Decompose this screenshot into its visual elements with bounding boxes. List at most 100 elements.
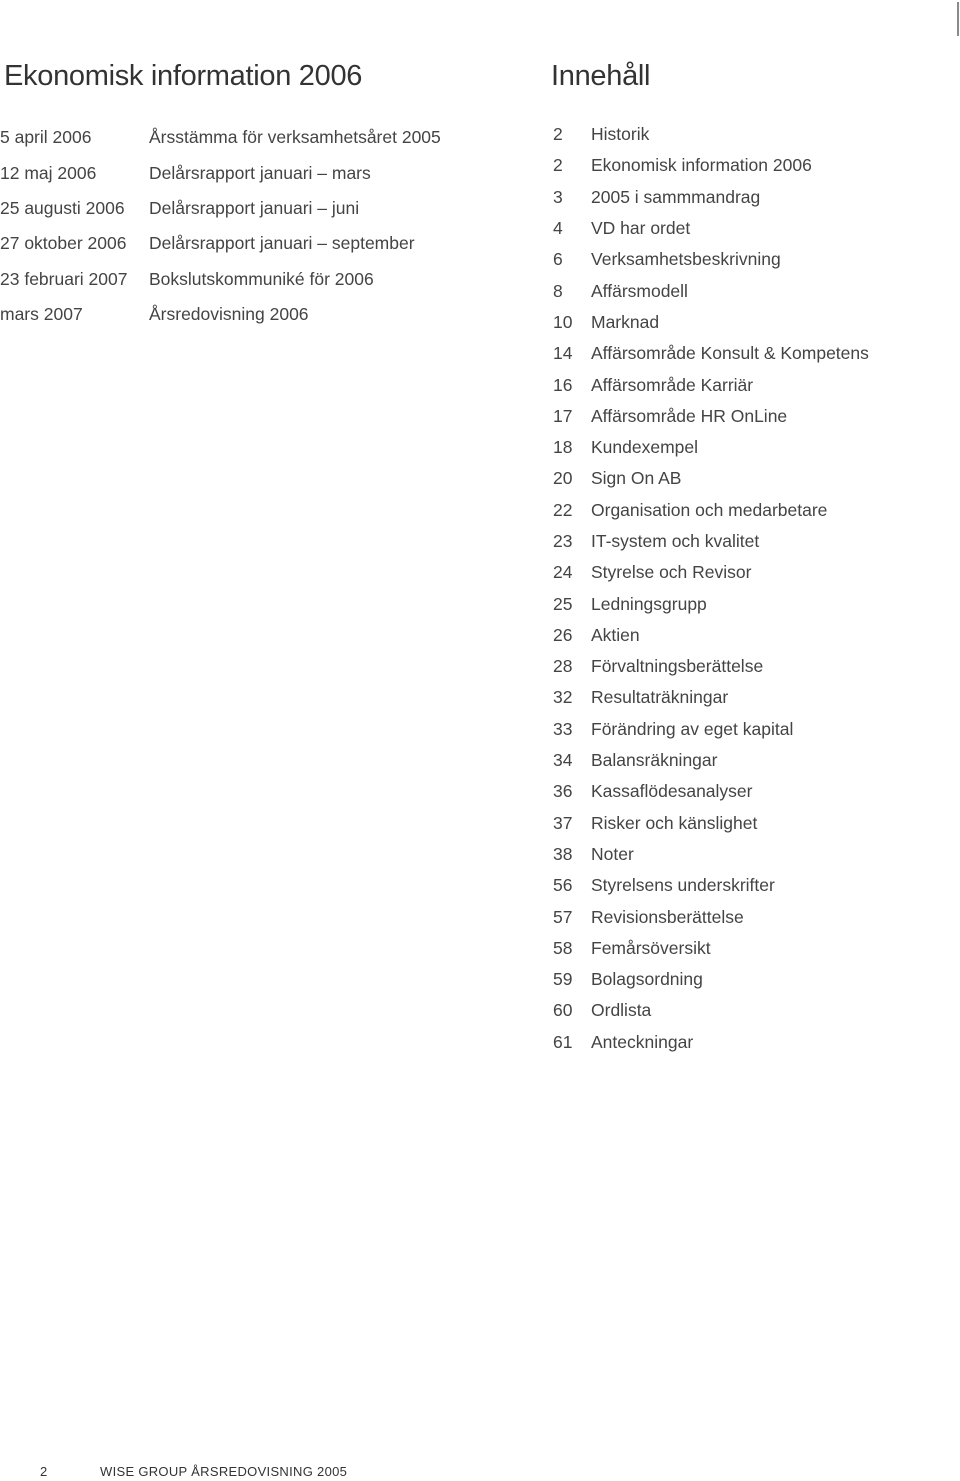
toc-page-number: 3 bbox=[553, 186, 563, 207]
toc-label: IT-system och kvalitet bbox=[591, 531, 760, 551]
toc-label: Revisionsberättelse bbox=[591, 906, 744, 927]
toc-page-number: 61 bbox=[553, 1031, 573, 1052]
calendar-row: 5 april 2006 Årsstämma för verksamhetsåre… bbox=[0, 120, 500, 155]
toc-entry[interactable]: 32 Resultaträkningar bbox=[553, 682, 953, 713]
toc-label: VD har ordet bbox=[591, 218, 691, 239]
toc-entry[interactable]: 28 Förvaltningsberättelse bbox=[553, 651, 953, 682]
financial-calendar: 5 april 2006 Årsstämma för verksamhetsåre… bbox=[0, 120, 500, 332]
toc-label: Historik bbox=[591, 124, 650, 145]
toc-page-number: 56 bbox=[553, 875, 573, 896]
toc-label: Verksamhetsbeskrivning bbox=[591, 249, 781, 270]
event-date: 27 oktober 2006 bbox=[0, 233, 127, 254]
toc-page-number: 8 bbox=[553, 280, 563, 301]
toc-entry[interactable]: 22 Organisation och medarbetare bbox=[553, 495, 953, 526]
financial-info-title: Ekonomisk information 2006 bbox=[4, 60, 363, 92]
toc-label: Aktien bbox=[591, 624, 640, 645]
toc-entry[interactable]: 3 2005 i sammmandrag bbox=[553, 182, 953, 213]
toc-entry[interactable]: 17 Affärsområde HR OnLine bbox=[553, 401, 953, 432]
toc-entry[interactable]: 8 Affärsmodell bbox=[553, 275, 953, 306]
toc-entry[interactable]: 59 Bolagsordning bbox=[553, 964, 953, 995]
toc-page-number: 24 bbox=[553, 562, 573, 583]
toc-page-number: 57 bbox=[553, 906, 573, 927]
table-of-contents: 2 Historik 2 Ekonomisk information 2006 3 200… bbox=[553, 119, 953, 1058]
footer-publication-title: WISE GROUP ÅRSREDOVISNING 2005 bbox=[100, 1464, 348, 1479]
toc-label: Ekonomisk information 2006 bbox=[591, 155, 812, 176]
toc-entry[interactable]: 23 IT-system och kvalitet bbox=[553, 526, 953, 557]
event-description: Årsredovisning 2006 bbox=[149, 304, 309, 325]
toc-entry[interactable]: 37 Risker och känslighet bbox=[553, 808, 953, 839]
event-description: Årsstämma för verksamhetsåret 2005 bbox=[149, 127, 441, 148]
toc-entry[interactable]: 34 Balansräkningar bbox=[553, 745, 953, 776]
toc-page-number: 14 bbox=[553, 343, 573, 364]
toc-label: Förvaltningsberättelse bbox=[591, 656, 764, 677]
toc-entry[interactable]: 14 Affärsområde Konsult & Kompetens bbox=[553, 338, 953, 369]
toc-label: Affärsområde Konsult & Kompetens bbox=[591, 343, 869, 364]
toc-entry[interactable]: 26 Aktien bbox=[553, 620, 953, 651]
toc-label: Affärsområde HR OnLine bbox=[591, 405, 788, 426]
toc-entry[interactable]: 58 Femårsöversikt bbox=[553, 933, 953, 964]
toc-page-number: 34 bbox=[553, 750, 573, 771]
contents-title: Innehåll bbox=[551, 60, 651, 92]
toc-entry[interactable]: 20 Sign On AB bbox=[553, 463, 953, 494]
calendar-row: 12 maj 2006 Delårsrapport januari – mars bbox=[0, 155, 500, 190]
toc-label: Resultaträkningar bbox=[591, 687, 729, 708]
toc-page-number: 60 bbox=[553, 1000, 573, 1021]
toc-page-number: 25 bbox=[553, 593, 573, 614]
event-date: 23 februari 2007 bbox=[0, 268, 128, 289]
toc-entry[interactable]: 25 Ledningsgrupp bbox=[553, 588, 953, 619]
calendar-row: 27 oktober 2006 Delårsrapport januari – s… bbox=[0, 226, 500, 261]
toc-label: Organisation och medarbetare bbox=[591, 499, 828, 520]
event-date: 25 augusti 2006 bbox=[0, 197, 125, 218]
toc-entry[interactable]: 24 Styrelse och Revisor bbox=[553, 557, 953, 588]
toc-label: Ordlista bbox=[591, 1000, 652, 1021]
toc-entry[interactable]: 16 Affärsområde Karriär bbox=[553, 369, 953, 400]
toc-label: Kundexempel bbox=[591, 437, 699, 458]
toc-page-number: 59 bbox=[553, 969, 573, 990]
toc-entry[interactable]: 60 Ordlista bbox=[553, 995, 953, 1026]
event-date: 5 april 2006 bbox=[0, 127, 92, 148]
toc-label: Balansräkningar bbox=[591, 750, 718, 771]
toc-page-number: 26 bbox=[553, 624, 573, 645]
toc-page-number: 37 bbox=[553, 812, 573, 833]
calendar-row: 23 februari 2007 Bokslutskommuniké för 20… bbox=[0, 262, 500, 297]
toc-page-number: 33 bbox=[553, 718, 573, 739]
toc-page-number: 22 bbox=[553, 499, 573, 520]
toc-page-number: 36 bbox=[553, 781, 573, 802]
toc-label: Noter bbox=[591, 843, 634, 864]
toc-label: Bolagsordning bbox=[591, 969, 703, 990]
toc-entry[interactable]: 61 Anteckningar bbox=[553, 1027, 953, 1058]
toc-page-number: 17 bbox=[553, 405, 573, 426]
toc-entry[interactable]: 56 Styrelsens underskrifter bbox=[553, 870, 953, 901]
toc-entry[interactable]: 6 Verksamhetsbeskrivning bbox=[553, 244, 953, 275]
toc-label: Förändring av eget kapital bbox=[591, 718, 794, 739]
toc-entry[interactable]: 36 Kassaflödesanalyser bbox=[553, 776, 953, 807]
toc-page-number: 10 bbox=[553, 311, 573, 332]
toc-page-number: 28 bbox=[553, 656, 573, 677]
toc-label: Styrelse och Revisor bbox=[591, 562, 752, 583]
toc-page-number: 4 bbox=[553, 218, 563, 239]
toc-entry[interactable]: 18 Kundexempel bbox=[553, 432, 953, 463]
toc-entry[interactable]: 4 VD har ordet bbox=[553, 213, 953, 244]
footer-page-number: 2 bbox=[40, 1464, 48, 1479]
toc-page-number: 58 bbox=[553, 937, 573, 958]
toc-page-number: 2 bbox=[553, 124, 563, 145]
toc-label: Sign On AB bbox=[591, 468, 682, 489]
event-description: Delårsrapport januari – september bbox=[149, 233, 415, 254]
toc-entry[interactable]: 10 Marknad bbox=[553, 307, 953, 338]
toc-label: Risker och känslighet bbox=[591, 812, 758, 833]
event-description: Delårsrapport januari – mars bbox=[149, 162, 371, 183]
page-footer: 2 WISE GROUP ÅRSREDOVISNING 2005 bbox=[40, 1464, 347, 1479]
toc-entry[interactable]: 2 Ekonomisk information 2006 bbox=[553, 150, 953, 181]
toc-entry[interactable]: 38 Noter bbox=[553, 839, 953, 870]
toc-entry[interactable]: 57 Revisionsberättelse bbox=[553, 901, 953, 932]
toc-page-number: 2 bbox=[553, 155, 563, 176]
event-description: Delårsrapport januari – juni bbox=[149, 197, 360, 218]
toc-label: Affärsmodell bbox=[591, 280, 688, 301]
toc-entry[interactable]: 33 Förändring av eget kapital bbox=[553, 714, 953, 745]
toc-page-number: 23 bbox=[553, 531, 573, 551]
toc-label: Marknad bbox=[591, 311, 660, 332]
toc-entry[interactable]: 2 Historik bbox=[553, 119, 953, 150]
toc-label: Kassaflödesanalyser bbox=[591, 781, 753, 802]
event-date: 12 maj 2006 bbox=[0, 162, 97, 183]
calendar-row: 25 augusti 2006 Delårsrapport januari – j… bbox=[0, 191, 500, 226]
